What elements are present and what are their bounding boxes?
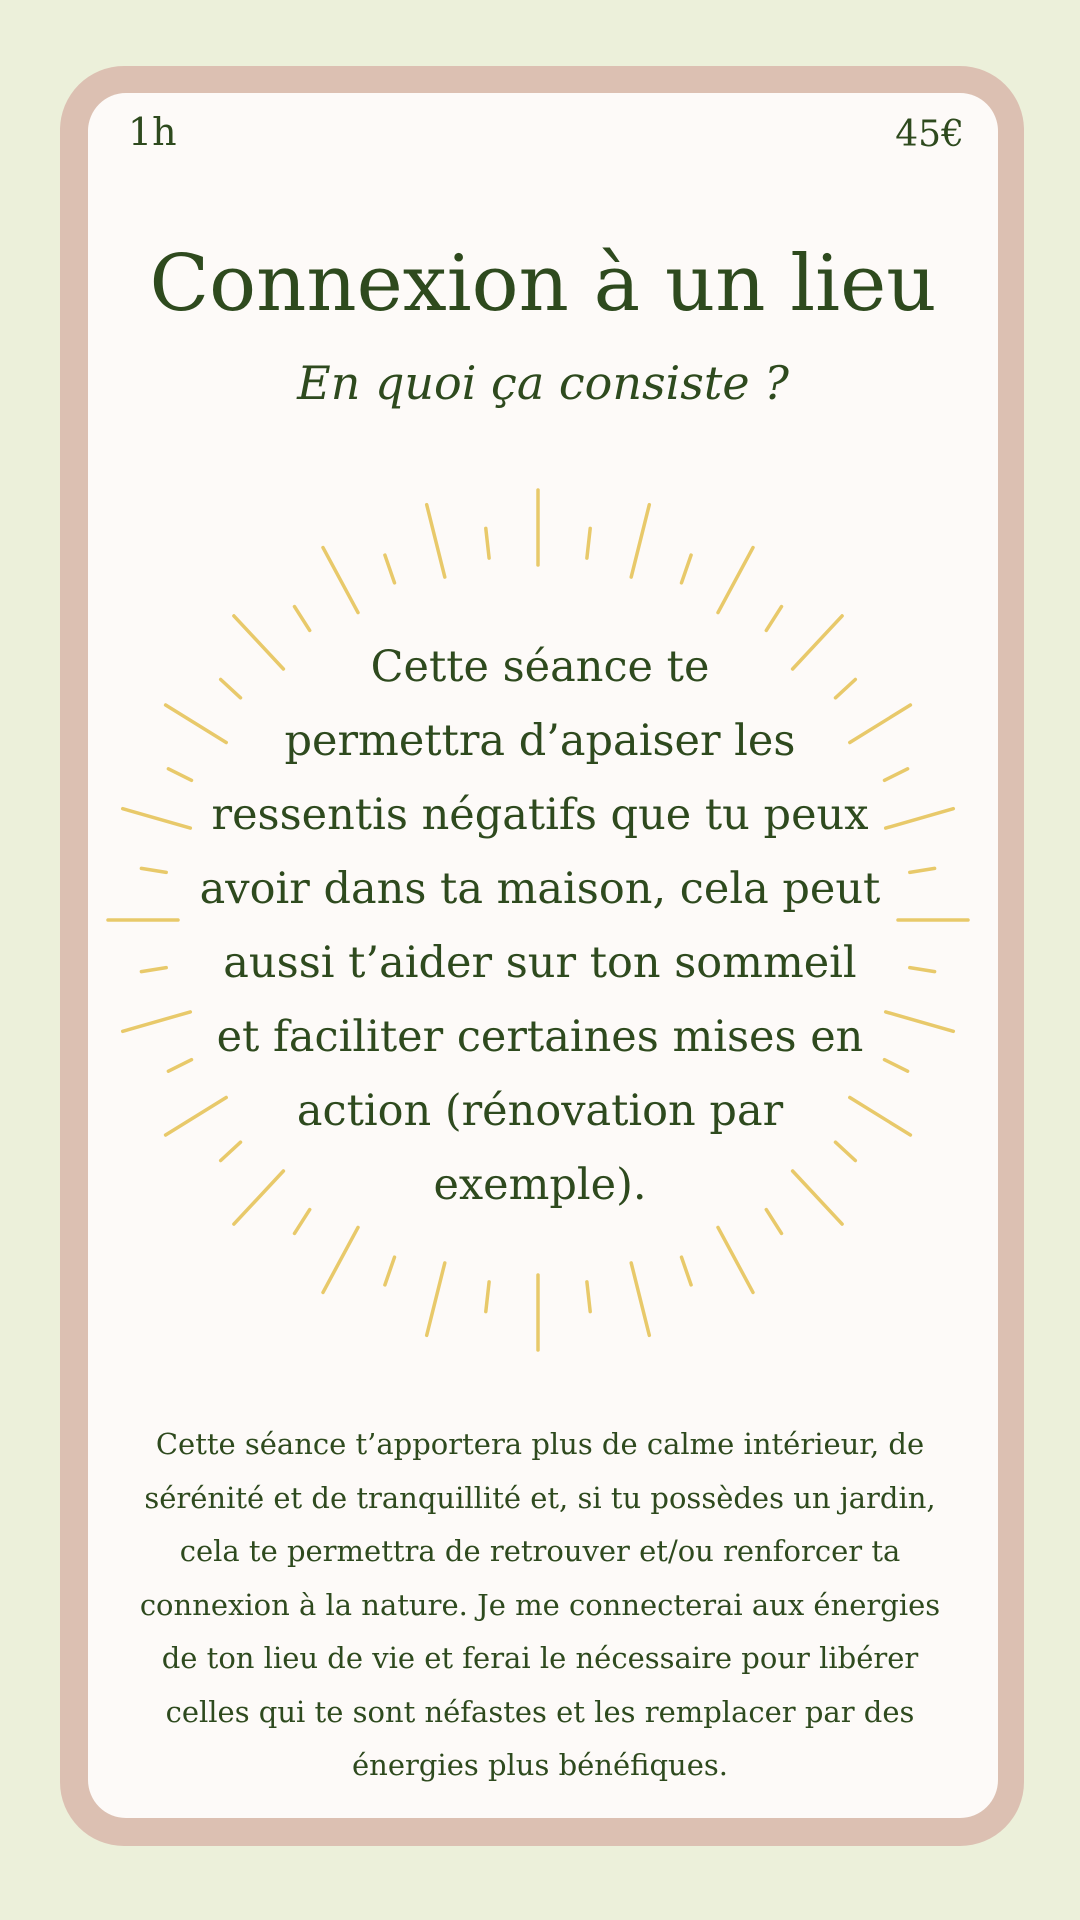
sunburst-ray: [908, 866, 937, 875]
sunburst-ray: [716, 545, 755, 615]
sunburst-ray: [321, 545, 360, 615]
sunburst-ray: [166, 767, 194, 783]
bottom-line: connexion à la nature. Je me connecterai…: [139, 1587, 941, 1622]
center-description: Cette séance te permettra d’apaiser les …: [190, 630, 890, 1222]
sunburst-ray: [383, 1255, 397, 1287]
sunburst-ray: [292, 604, 312, 633]
sunburst-ray: [629, 1261, 652, 1338]
sunburst-ray: [139, 866, 168, 875]
bottom-line: cela te permettra de retrouver et/ou ren…: [179, 1534, 901, 1568]
center-line: et faciliter certaines mises en: [216, 1012, 864, 1062]
center-line: action (rénovation par: [296, 1086, 784, 1136]
sunburst-ray: [424, 502, 447, 579]
bottom-line: sérénité et de tranquillité et, si tu po…: [144, 1480, 936, 1515]
sunburst-ray: [120, 806, 193, 830]
sunburst-ray: [139, 965, 168, 974]
center-line: exemple).: [433, 1160, 647, 1210]
sunburst-ray: [585, 1280, 592, 1314]
center-line: Cette séance te: [370, 642, 710, 692]
bottom-line: celles qui te sont néfastes et les rempl…: [165, 1694, 915, 1729]
sunburst-ray: [679, 553, 693, 585]
sunburst-ray: [883, 1010, 956, 1034]
sunburst-ray: [679, 1255, 693, 1287]
sunburst-ray: [424, 1261, 447, 1338]
sunburst-ray: [321, 1225, 360, 1295]
sunburst-ray: [629, 502, 652, 579]
sunburst-ray: [484, 1280, 491, 1314]
sunburst-ray: [764, 604, 784, 633]
sunburst-ray: [383, 553, 397, 585]
bottom-line: Cette séance t’apportera plus de calme i…: [155, 1427, 925, 1461]
sunburst-ray: [883, 806, 956, 830]
sunburst-ray: [908, 965, 937, 974]
center-line: ressentis négatifs que tu peux: [211, 790, 869, 840]
center-line: permettra d’apaiser les: [284, 716, 796, 766]
sunburst-ray: [484, 526, 491, 560]
sunburst-ray: [585, 526, 592, 560]
sunburst-ray: [166, 1057, 194, 1073]
bottom-line: de ton lieu de vie et ferai le nécessair…: [161, 1641, 919, 1675]
sunburst-ray: [716, 1225, 755, 1295]
bottom-description: Cette séance t’apportera plus de calme i…: [108, 1418, 972, 1793]
center-line: avoir dans ta maison, cela peut: [199, 864, 881, 914]
bottom-line: énergies plus bénéfiques.: [352, 1748, 728, 1782]
center-line: aussi t’aider sur ton sommeil: [223, 938, 857, 988]
sunburst-ray: [120, 1010, 193, 1034]
